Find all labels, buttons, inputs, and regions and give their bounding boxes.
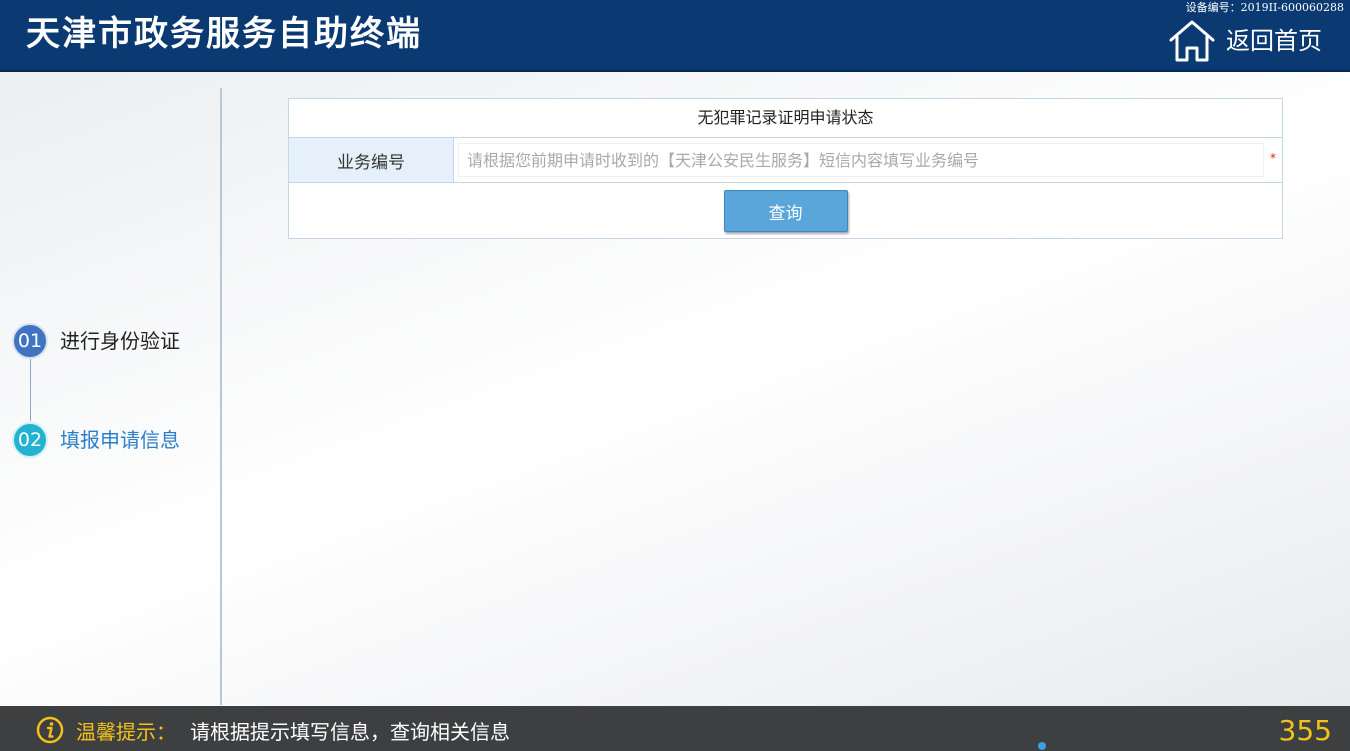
step-number: 02 [12,422,48,458]
top-header: 天津市政务服务自助终端 设备编号：2019II-600060288 返回首页 [0,0,1350,72]
tip-text: 请根据提示填写信息，查询相关信息 [190,720,510,744]
device-id: 设备编号：2019II-600060288 [1185,1,1344,14]
business-number-input[interactable] [458,143,1264,177]
steps-connector [30,357,31,421]
business-number-label: 业务编号 [289,138,454,182]
app-title: 天津市政务服务自助终端 [26,14,422,54]
step-identity-verification: 01 进行身份验证 [12,323,180,359]
info-icon [36,716,64,744]
form-actions: 查询 [289,183,1282,239]
home-button[interactable]: 返回首页 [1168,18,1322,64]
step-label: 填报申请信息 [60,428,180,452]
business-number-cell: * [454,138,1282,182]
form-title: 无犯罪记录证明申请状态 [289,99,1282,138]
tip-prefix: 温馨提示： [76,720,176,744]
countdown-timer: 355 [1278,714,1332,747]
home-icon [1169,20,1215,62]
business-number-row: 业务编号 * [289,138,1282,183]
tip-footer: 温馨提示： 请根据提示填写信息，查询相关信息 355 [0,706,1350,751]
indicator-dot [1038,742,1046,750]
step-fill-application: 02 填报申请信息 [12,422,180,458]
required-mark: * [1270,151,1276,165]
home-label: 返回首页 [1226,27,1322,55]
query-button[interactable]: 查询 [723,190,848,232]
application-status-form: 无犯罪记录证明申请状态 业务编号 * 查询 [288,98,1283,239]
step-number: 01 [12,323,48,359]
step-label: 进行身份验证 [60,329,180,353]
sidebar-divider [220,88,222,705]
